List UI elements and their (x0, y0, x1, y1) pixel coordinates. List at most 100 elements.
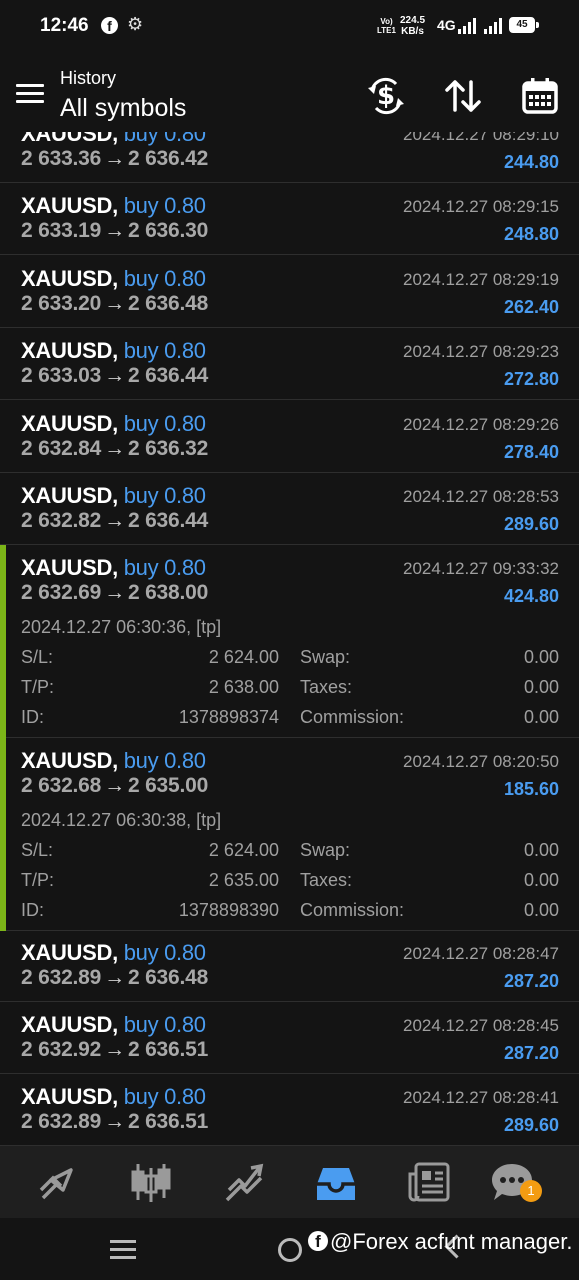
swap-value: 0.00 (523, 647, 559, 667)
trade-row[interactable]: XAUUSD, buy 0.80 2 633.36 → 2 636.42 2024.… (0, 132, 579, 183)
id-value: 1378898374 (178, 707, 279, 727)
trade-close-time: 2024.12.27 08:29:26 (403, 415, 559, 434)
settings-notification-icon: ⚙ (127, 14, 144, 34)
trade-close-time: 2024.12.27 08:28:45 (403, 1016, 559, 1035)
trade-symbol: XAUUSD, buy 0.80 (21, 411, 206, 436)
tp-label: T/P: (21, 677, 55, 697)
battery-icon: 45 (509, 17, 539, 33)
page-title: History (60, 68, 117, 88)
sl-value: 2 624.00 (208, 647, 279, 667)
trade-open-time: 2024.12.27 06:30:36, [tp] (21, 617, 222, 637)
app-bar: History All symbols $ (0, 54, 579, 132)
trade-prices: 2 633.36 → 2 636.42 (21, 147, 209, 170)
commission-value: 0.00 (523, 707, 559, 727)
trade-profit: 424.80 (503, 586, 559, 606)
trade-symbol: XAUUSD, buy 0.80 (21, 748, 206, 773)
history-icon[interactable] (313, 1160, 359, 1206)
home-button[interactable] (278, 1238, 302, 1262)
trade-row[interactable]: XAUUSD, buy 0.80 2 632.89 → 2 636.48 2024.… (0, 930, 579, 1002)
taxes-value: 0.00 (523, 677, 559, 697)
trade-close-time: 2024.12.27 08:28:41 (403, 1088, 559, 1107)
trade-prices: 2 632.89 → 2 636.48 (21, 966, 209, 989)
swap-label: Swap: (300, 647, 351, 667)
commission-label: Commission: (300, 900, 405, 920)
trade-symbol: XAUUSD, buy 0.80 (21, 1084, 206, 1109)
trade-close-time: 2024.12.27 08:29:19 (403, 270, 559, 289)
trade-profit: 262.40 (503, 297, 559, 317)
trade-symbol: XAUUSD, buy 0.80 (21, 132, 206, 146)
news-icon[interactable] (406, 1160, 452, 1206)
trade-profit: 287.20 (503, 1043, 559, 1063)
symbol-filter[interactable]: All symbols (60, 94, 186, 123)
trade-close-time: 2024.12.27 08:29:23 (403, 342, 559, 361)
swap-label: Swap: (300, 840, 351, 860)
trade-prices: 2 633.19 → 2 636.30 (21, 219, 209, 242)
facebook-notification-icon: f (101, 17, 118, 34)
trade-row-expanded[interactable]: XAUUSD, buy 0.80 2 632.68 → 2 635.00 2024.… (0, 738, 579, 931)
trade-prices: 2 632.82 → 2 636.44 (21, 509, 209, 532)
trade-row[interactable]: XAUUSD, buy 0.80 2 632.84 → 2 636.32 2024.… (0, 401, 579, 473)
trade-profit: 278.40 (503, 442, 559, 462)
network-speed: 224.5 KB/s (400, 15, 426, 37)
trade-symbol: XAUUSD, buy 0.80 (21, 193, 206, 218)
currency-exchange-icon[interactable]: $ (366, 76, 406, 116)
sl-label: S/L: (21, 840, 54, 860)
facebook-icon: f (308, 1231, 328, 1251)
svg-text:$: $ (377, 81, 395, 111)
trade-profit: 272.80 (503, 369, 559, 389)
trade-row[interactable]: XAUUSD, buy 0.80 2 633.03 → 2 636.44 2024.… (0, 328, 579, 400)
trade-icon[interactable] (221, 1160, 267, 1206)
trade-profit: 287.20 (503, 971, 559, 991)
trade-close-time: 2024.12.27 08:29:10 (403, 132, 559, 144)
sl-value: 2 624.00 (208, 840, 279, 860)
trade-profit: 185.60 (503, 779, 559, 799)
status-time: 12:46 (40, 15, 89, 36)
trade-row[interactable]: XAUUSD, buy 0.80 2 633.20 → 2 636.48 2024.… (0, 256, 579, 328)
trade-close-time: 2024.12.27 08:29:15 (403, 197, 559, 216)
trade-open-time: 2024.12.27 06:30:38, [tp] (21, 810, 222, 830)
trade-row[interactable]: XAUUSD, buy 0.80 2 632.92 → 2 636.51 2024.… (0, 1002, 579, 1074)
taxes-value: 0.00 (523, 870, 559, 890)
id-label: ID: (21, 707, 45, 727)
trade-symbol: XAUUSD, buy 0.80 (21, 338, 206, 363)
trade-row[interactable]: XAUUSD, buy 0.80 2 632.82 → 2 636.44 2024.… (0, 473, 579, 545)
trade-history-list[interactable]: XAUUSD, buy 0.80 2 633.36 → 2 636.42 2024.… (0, 132, 579, 1146)
trade-prices: 2 632.89 → 2 636.51 (21, 1110, 209, 1133)
tp-value: 2 635.00 (208, 870, 279, 890)
taxes-label: Taxes: (300, 677, 353, 697)
trade-prices: 2 632.69 → 2 638.00 (21, 581, 209, 604)
calendar-icon[interactable] (520, 76, 560, 116)
trade-row[interactable]: XAUUSD, buy 0.80 2 633.19 → 2 636.30 2024.… (0, 183, 579, 255)
trade-row[interactable]: XAUUSD, buy 0.80 2 632.89 → 2 636.51 2024.… (0, 1074, 579, 1146)
menu-icon[interactable] (16, 84, 44, 104)
tp-value: 2 638.00 (208, 677, 279, 697)
trade-row-expanded[interactable]: XAUUSD, buy 0.80 2 632.69 → 2 638.00 2024.… (0, 545, 579, 738)
signal-icon (458, 18, 476, 34)
sort-icon[interactable] (443, 76, 483, 116)
volte-indicator: Vo) LTE1 (377, 17, 396, 35)
trade-profit: 244.80 (503, 152, 559, 172)
trade-symbol: XAUUSD, buy 0.80 (21, 555, 206, 580)
commission-label: Commission: (300, 707, 405, 727)
swap-value: 0.00 (523, 840, 559, 860)
commission-value: 0.00 (523, 900, 559, 920)
messages-badge: 1 (520, 1180, 542, 1202)
trade-symbol: XAUUSD, buy 0.80 (21, 1012, 206, 1037)
bottom-navigation: 1 (0, 1146, 579, 1218)
quotes-icon[interactable] (35, 1160, 81, 1206)
trade-profit: 289.60 (503, 1115, 559, 1135)
trade-prices: 2 632.92 → 2 636.51 (21, 1038, 209, 1061)
tp-label: T/P: (21, 870, 55, 890)
trade-prices: 2 632.68 → 2 635.00 (21, 774, 209, 797)
trade-close-time: 2024.12.27 08:28:47 (403, 944, 559, 963)
recent-apps-button[interactable] (110, 1240, 136, 1264)
trade-symbol: XAUUSD, buy 0.80 (21, 483, 206, 508)
trade-prices: 2 633.20 → 2 636.48 (21, 292, 209, 315)
watermark: f @Forex acfunt manager. (308, 1229, 572, 1255)
id-label: ID: (21, 900, 45, 920)
chart-icon[interactable] (128, 1160, 174, 1206)
taxes-label: Taxes: (300, 870, 353, 890)
trade-symbol: XAUUSD, buy 0.80 (21, 940, 206, 965)
trade-prices: 2 632.84 → 2 636.32 (21, 437, 209, 460)
trade-symbol: XAUUSD, buy 0.80 (21, 266, 206, 291)
